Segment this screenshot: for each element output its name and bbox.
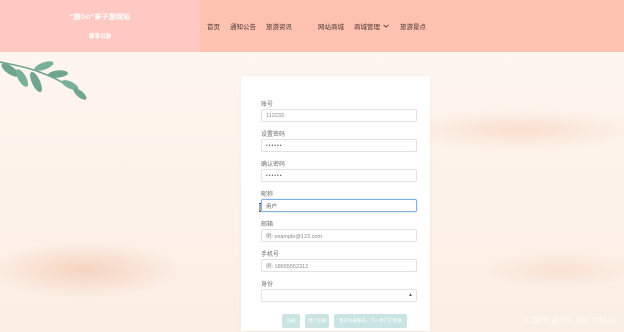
nav-notices[interactable]: 通知公告 (230, 21, 256, 31)
register-button[interactable]: 注册 (282, 314, 300, 328)
role-select[interactable]: ▲︎ (261, 289, 417, 302)
watermark: CSDN @VX_ShCX8820 (525, 316, 616, 325)
nav-travel-news[interactable]: 旅游资讯 (266, 21, 292, 31)
field-label-account: 账号 (261, 102, 274, 108)
field-label-email: 邮箱 (261, 222, 274, 228)
account-input[interactable]: 112233 (261, 109, 417, 122)
nav-mall-admin[interactable]: 商城管理 (354, 21, 390, 31)
user-register-button[interactable]: 用户注册 (305, 314, 329, 328)
password-input[interactable]: •••••• (261, 139, 417, 152)
go-login-button[interactable]: 我已注册账号，下一步门户登录 (334, 314, 407, 328)
top-header: “旅Go”亲子游网站 尊享出游 首页 通知公告 旅游资讯 网站商城 商城管理 旅… (0, 0, 624, 52)
field-label-confirm-password: 确认密码 (261, 162, 286, 168)
nav-attractions[interactable]: 旅游景点 (400, 21, 426, 31)
email-input[interactable]: 例: example@123.com (261, 229, 417, 242)
brand-block: “旅Go”亲子游网站 尊享出游 (0, 0, 200, 52)
register-form-card: 账号 112233 设置密码 •••••• 确认密码 •••••• 昵称 用户 … (241, 76, 430, 331)
phone-input[interactable]: 例: 18655552312 (261, 259, 417, 272)
nickname-input[interactable]: 用户 (261, 199, 417, 212)
field-label-phone: 手机号 (261, 252, 280, 258)
confirm-password-input[interactable]: •••••• (261, 169, 417, 182)
field-label-password: 设置密码 (261, 132, 286, 138)
field-label-role: 身份 (261, 282, 274, 288)
nav-home[interactable]: 首页 (207, 21, 220, 31)
main-nav: 首页 通知公告 旅游资讯 网站商城 商城管理 旅游景点 (200, 0, 426, 52)
site-title: “旅Go”亲子游网站 (69, 14, 131, 21)
field-label-nickname: 昵称 (261, 192, 274, 198)
site-subtitle: 尊享出游 (88, 34, 111, 40)
chevron-down-icon (383, 24, 389, 28)
select-arrow-icon: ▲︎ (408, 292, 413, 298)
leaf-branch-icon (0, 61, 87, 100)
nav-mall[interactable]: 网站商城 (318, 21, 344, 31)
text-cursor-icon (259, 203, 261, 212)
